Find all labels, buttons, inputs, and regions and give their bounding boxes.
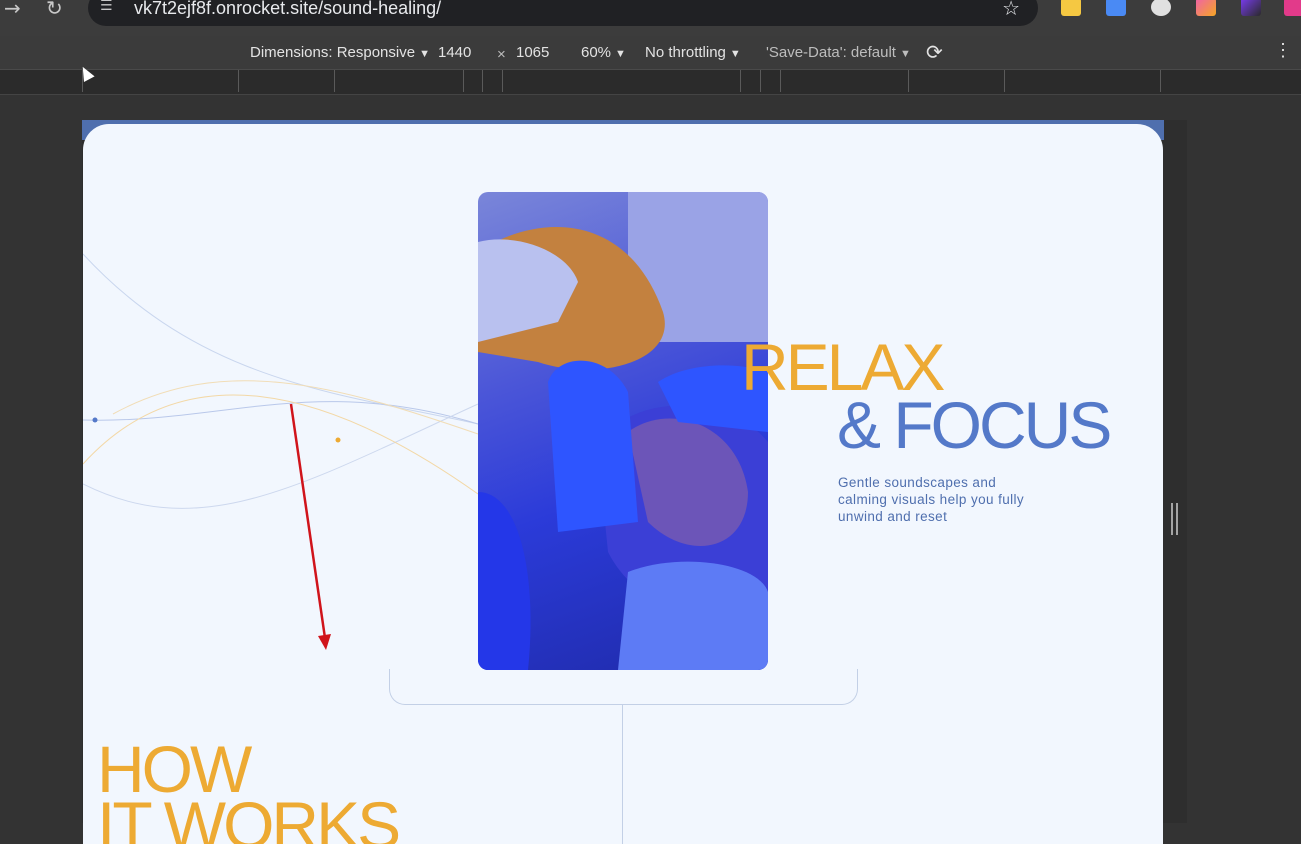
arrowhead-icon <box>318 634 331 650</box>
annotation-arrow <box>289 403 331 650</box>
